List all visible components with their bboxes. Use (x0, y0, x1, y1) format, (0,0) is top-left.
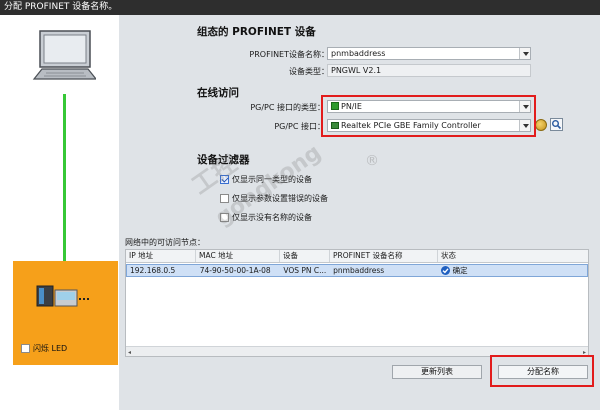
row-profinet-name: pnmbaddress (333, 266, 385, 275)
device-name-combo[interactable]: pnmbaddress (327, 47, 531, 60)
column-profinet-name[interactable]: PROFINET 设备名称 (330, 250, 438, 262)
table-header: IP 地址 MAC 地址 设备 PROFINET 设备名称 状态 (126, 250, 588, 263)
row-status-text: 确定 (452, 266, 468, 275)
filter-option-label: 仅显示没有名称的设备 (232, 213, 312, 222)
flash-led-label: 闪烁 LED (33, 344, 68, 353)
online-access-highlight (321, 95, 536, 137)
device-type-label: 设备类型： (289, 67, 329, 76)
window-title: 分配 PROFINET 设备名称。 (4, 2, 118, 12)
device-name-value: pnmbaddress (331, 49, 386, 58)
window-titlebar: 分配 PROFINET 设备名称。 (0, 0, 600, 15)
column-mac[interactable]: MAC 地址 (196, 250, 280, 262)
flash-led-option[interactable]: 闪烁 LED (21, 343, 67, 354)
assign-button-highlight (490, 355, 594, 387)
interface-label: PG/PC 接口： (274, 122, 325, 131)
scroll-left-icon[interactable]: ◂ (128, 349, 131, 356)
refresh-list-button[interactable]: 更新列表 (392, 365, 482, 379)
device-module-icon (36, 285, 89, 307)
filter-option-label: 仅显示同一类型的设备 (232, 175, 312, 184)
column-device[interactable]: 设备 (280, 250, 330, 262)
watermark-registered-mark: ® (365, 153, 379, 169)
row-mac: 74-90-50-00-1A-08 (199, 266, 271, 275)
device-type-value: PNGWL V2.1 (331, 66, 382, 75)
device-name-label: PROFINET设备名称： (249, 50, 329, 59)
online-access-heading: 在线访问 (197, 87, 239, 99)
filter-same-type-checkbox[interactable] (220, 175, 229, 184)
pg-pc-monitor-icon (32, 30, 96, 80)
accessible-nodes-caption: 网络中的可访问节点： (125, 238, 205, 247)
column-status[interactable]: 状态 (438, 250, 588, 262)
settings-panel: 组态的 PROFINET 设备 PROFINET设备名称： pnmbaddres… (119, 15, 600, 410)
filter-option-same-type[interactable]: 仅显示同一类型的设备 (220, 174, 312, 185)
filter-option-no-name[interactable]: 仅显示没有名称的设备 (220, 212, 312, 223)
filter-bad-params-checkbox[interactable] (220, 194, 229, 203)
device-name-dropdown-icon[interactable] (519, 48, 530, 59)
filter-no-name-checkbox[interactable] (220, 213, 229, 222)
topology-panel: 闪烁 LED (0, 15, 119, 410)
device-type-field: PNGWL V2.1 (327, 64, 531, 77)
filter-option-label: 仅显示参数设置错误的设备 (232, 194, 328, 203)
row-ip: 192.168.0.5 (130, 266, 176, 275)
row-device: VOS PN C... (283, 266, 327, 275)
status-ok-icon (440, 266, 450, 275)
interface-properties-icon[interactable] (535, 119, 547, 131)
search-icon[interactable] (550, 118, 563, 131)
row-status: 确定 (438, 265, 587, 276)
column-ip[interactable]: IP 地址 (126, 250, 196, 262)
table-row[interactable]: 192.168.0.5 74-90-50-00-1A-08 VOS PN C..… (126, 264, 588, 277)
device-filter-heading: 设备过滤器 (197, 154, 250, 166)
accessible-nodes-table: IP 地址 MAC 地址 设备 PROFINET 设备名称 状态 192.168… (125, 249, 589, 357)
target-device-box[interactable]: 闪烁 LED (13, 261, 118, 365)
interface-type-label: PG/PC 接口的类型： (250, 103, 325, 112)
filter-option-bad-params[interactable]: 仅显示参数设置错误的设备 (220, 193, 328, 204)
flash-led-checkbox[interactable] (21, 344, 30, 353)
configured-device-heading: 组态的 PROFINET 设备 (197, 26, 316, 38)
network-link-line (63, 94, 66, 288)
